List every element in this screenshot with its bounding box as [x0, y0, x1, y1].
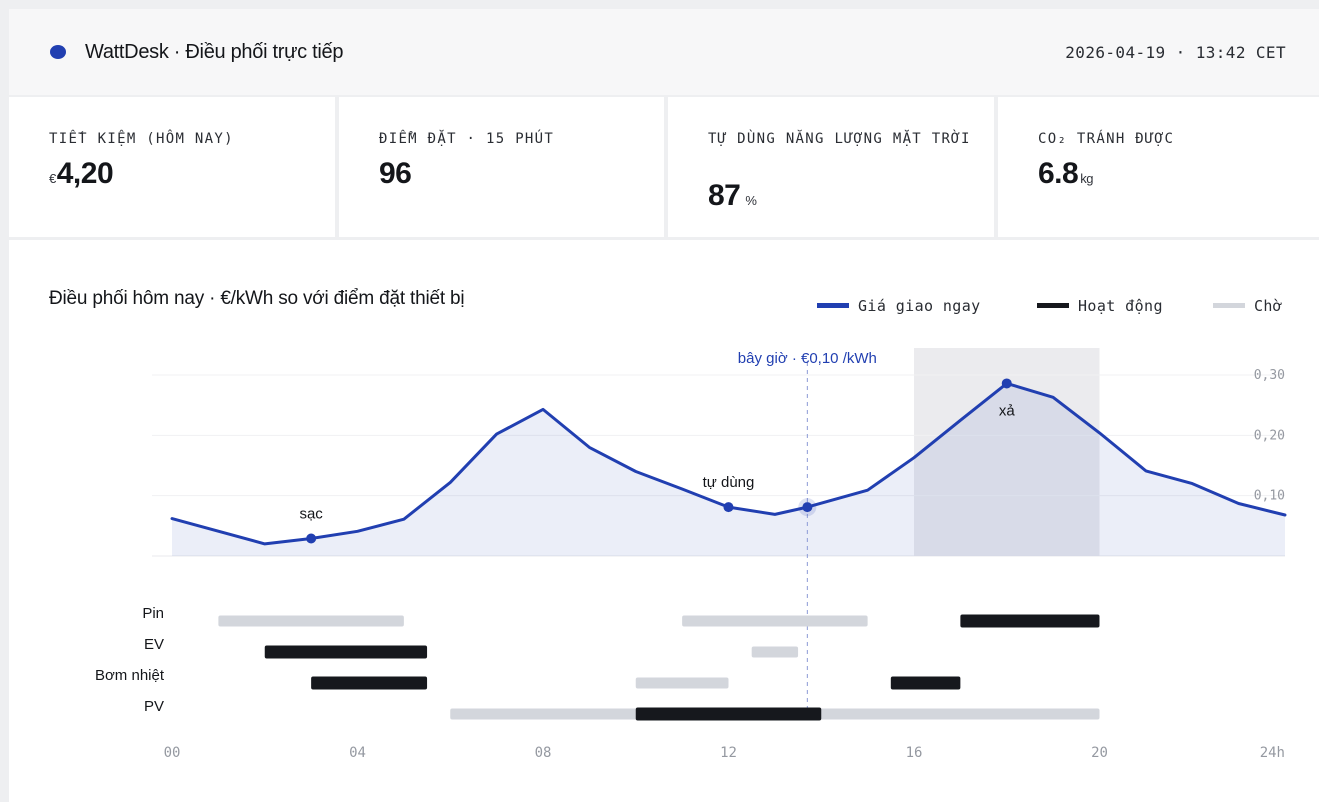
- y-tick-label: 0,20: [1254, 428, 1285, 443]
- app-title: WattDesk · Điều phối trực tiếp: [85, 41, 344, 63]
- kpi-number: 6.8: [1038, 157, 1079, 190]
- device-bar: [264, 645, 428, 659]
- dispatch-panel: Điều phối hôm nay · €/kWh so với điểm đặ…: [9, 240, 1319, 802]
- header-bar: WattDesk · Điều phối trực tiếp 2026-04-1…: [9, 9, 1319, 95]
- kpi-card-setpoints: ĐIỂM ĐẶT · 15 PHÚT 96: [339, 97, 664, 237]
- kpi-card-savings: TIẾT KIỆM (HÔM NAY) €4,20: [9, 97, 335, 237]
- x-tick-label: 16: [906, 745, 923, 761]
- annotation-label: tự dùng: [703, 474, 755, 491]
- app-window: WattDesk · Điều phối trực tiếp 2026-04-1…: [9, 9, 1319, 802]
- x-tick-label: 24h: [1260, 745, 1285, 761]
- kpi-number: 87: [708, 179, 741, 212]
- kpi-label: ĐIỂM ĐẶT · 15 PHÚT: [379, 131, 555, 147]
- kpi-unit: kg: [1080, 171, 1093, 186]
- kpi-card-solar-self-use: TỰ DÙNG NĂNG LƯỢNG MẶT TRỜI 87%: [668, 97, 994, 237]
- annotation-point: [723, 502, 734, 513]
- device-bar: [751, 646, 799, 658]
- device-bar: [311, 676, 428, 690]
- x-tick-label: 12: [720, 745, 737, 761]
- device-label: EV: [144, 636, 164, 653]
- device-label: Pin: [142, 605, 164, 622]
- x-tick-label: 00: [164, 745, 181, 761]
- device-bar: [635, 707, 822, 721]
- kpi-unit: %: [745, 193, 757, 208]
- device-bar: [218, 615, 404, 627]
- x-tick-label: 20: [1091, 745, 1108, 761]
- kpi-value: 87%: [708, 179, 758, 213]
- now-label: bây giờ · €0,10 /kWh: [738, 350, 877, 367]
- kpi-label: CO₂ TRÁNH ĐƯỢC: [1038, 131, 1175, 147]
- kpi-value: 96: [379, 157, 412, 191]
- now-point: [802, 502, 813, 513]
- device-label: Bơm nhiệt: [95, 667, 165, 684]
- device-bar: [635, 677, 729, 689]
- device-bar: [682, 615, 868, 627]
- annotation-point: [306, 533, 317, 544]
- kpi-card-co2: CO₂ TRÁNH ĐƯỢC 6.8 kg: [998, 97, 1319, 237]
- kpi-value: 6.8 kg: [1038, 157, 1095, 191]
- device-label: PV: [144, 698, 164, 715]
- annotation-label: sạc: [299, 506, 323, 523]
- x-tick-label: 08: [535, 745, 552, 761]
- kpi-currency: €: [49, 171, 56, 186]
- price-area: [172, 383, 1285, 556]
- dispatch-chart: 0,10 0,20 0,30 bây giờ · €0,10 /kWh sạc tự dù…: [95, 348, 1287, 761]
- brand-dot-icon: [50, 45, 66, 59]
- kpi-value: €4,20: [49, 157, 114, 191]
- kpi-label: TIẾT KIỆM (HÔM NAY): [49, 131, 234, 147]
- annotation-point: [1001, 378, 1012, 389]
- annotation-label: xả: [999, 402, 1016, 419]
- x-tick-label: 04: [349, 745, 366, 761]
- y-tick-label: 0,30: [1254, 368, 1285, 383]
- kpi-label: TỰ DÙNG NĂNG LƯỢNG MẶT TRỜI: [708, 131, 971, 147]
- y-tick-label: 0,10: [1254, 489, 1285, 504]
- device-bar: [890, 676, 961, 690]
- device-bar: [960, 614, 1100, 628]
- kpi-number: 4,20: [56, 157, 114, 190]
- kpi-number: 96: [379, 157, 412, 190]
- current-datetime: 2026-04-19 · 13:42 CET: [1065, 43, 1286, 62]
